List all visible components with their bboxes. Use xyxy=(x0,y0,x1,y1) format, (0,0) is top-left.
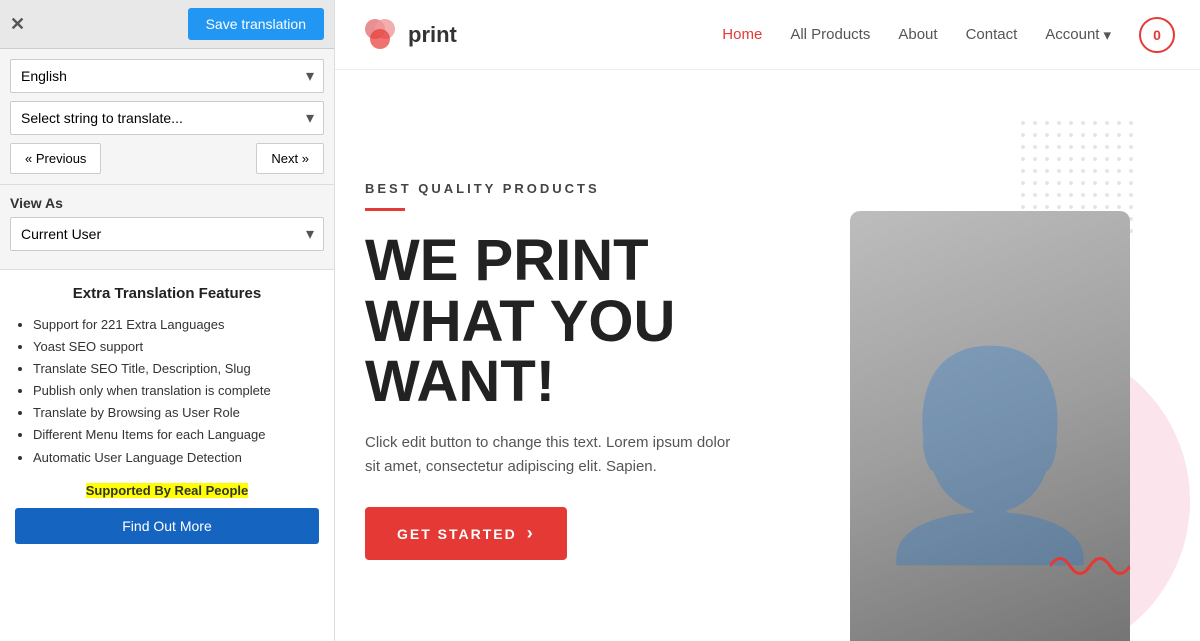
find-out-more-button[interactable]: Find Out More xyxy=(15,508,319,544)
string-select[interactable]: Select string to translate... xyxy=(10,101,324,135)
string-select-wrapper: Select string to translate... xyxy=(10,101,324,135)
main-content-panel: print Home All Products About Contact Ac… xyxy=(335,0,1200,641)
language-select-wrapper: English French Spanish German Italian xyxy=(10,59,324,93)
hero-subtitle: BEST QUALITY PRODUCTS xyxy=(365,181,810,211)
arrow-right-icon: › xyxy=(527,523,535,544)
logo-icon xyxy=(360,15,400,55)
nav-link-contact[interactable]: Contact xyxy=(966,26,1018,43)
person-silhouette-icon: 👤 xyxy=(865,356,1114,556)
hero-image-area: 👤 xyxy=(810,100,1170,641)
features-list: Support for 221 Extra Languages Yoast SE… xyxy=(15,314,319,469)
list-item: Yoast SEO support xyxy=(33,336,319,358)
extra-features-section: Extra Translation Features Support for 2… xyxy=(0,270,334,641)
list-item: Translate by Browsing as User Role xyxy=(33,402,319,424)
chevron-down-icon: ▾ xyxy=(1103,26,1111,44)
get-started-label: GET STARTED xyxy=(397,526,517,542)
nav-link-about[interactable]: About xyxy=(898,26,937,43)
squiggle-decoration xyxy=(1050,551,1130,581)
nav-buttons-row: « Previous Next » xyxy=(10,143,324,174)
supported-highlight: Supported By Real People xyxy=(86,483,249,498)
view-as-select-wrapper: Current User Guest Admin xyxy=(10,217,324,251)
translation-panel: ✕ Save translation English French Spanis… xyxy=(0,0,335,641)
hero-description: Click edit button to change this text. L… xyxy=(365,431,745,479)
close-button[interactable]: ✕ xyxy=(10,14,25,35)
view-as-select[interactable]: Current User Guest Admin xyxy=(10,217,324,251)
controls-section: English French Spanish German Italian Se… xyxy=(0,49,334,185)
view-as-label: View As xyxy=(10,195,324,211)
nav-link-products[interactable]: All Products xyxy=(790,26,870,43)
list-item: Publish only when translation is complet… xyxy=(33,380,319,402)
account-link[interactable]: Account ▾ xyxy=(1045,26,1111,44)
extra-features-title: Extra Translation Features xyxy=(15,285,319,302)
nav-links: Home All Products About Contact Account … xyxy=(722,17,1175,53)
save-translation-button[interactable]: Save translation xyxy=(188,8,324,40)
previous-button[interactable]: « Previous xyxy=(10,143,101,174)
cart-button[interactable]: 0 xyxy=(1139,17,1175,53)
next-button[interactable]: Next » xyxy=(256,143,324,174)
view-as-section: View As Current User Guest Admin xyxy=(0,185,334,270)
list-item: Translate SEO Title, Description, Slug xyxy=(33,358,319,380)
hero-title: WE PRINT WHAT YOU WANT! xyxy=(365,231,810,414)
list-item: Automatic User Language Detection xyxy=(33,447,319,469)
hero-section: BEST QUALITY PRODUCTS WE PRINT WHAT YOU … xyxy=(335,70,1200,641)
hero-title-line2: WHAT YOU xyxy=(365,289,675,354)
panel-top-bar: ✕ Save translation xyxy=(0,0,334,49)
nav-link-home[interactable]: Home xyxy=(722,26,762,43)
logo-text: print xyxy=(408,22,457,48)
list-item: Support for 221 Extra Languages xyxy=(33,314,319,336)
supported-text: Supported By Real People xyxy=(15,483,319,498)
hero-title-line1: WE PRINT xyxy=(365,228,649,293)
hero-content: BEST QUALITY PRODUCTS WE PRINT WHAT YOU … xyxy=(365,100,810,641)
get-started-button[interactable]: GET STARTED › xyxy=(365,507,567,560)
language-select[interactable]: English French Spanish German Italian xyxy=(10,59,324,93)
logo-area: print xyxy=(360,15,457,55)
list-item: Different Menu Items for each Language xyxy=(33,424,319,446)
hero-title-line3: WANT! xyxy=(365,349,555,414)
site-navigation: print Home All Products About Contact Ac… xyxy=(335,0,1200,70)
account-label: Account xyxy=(1045,26,1099,43)
